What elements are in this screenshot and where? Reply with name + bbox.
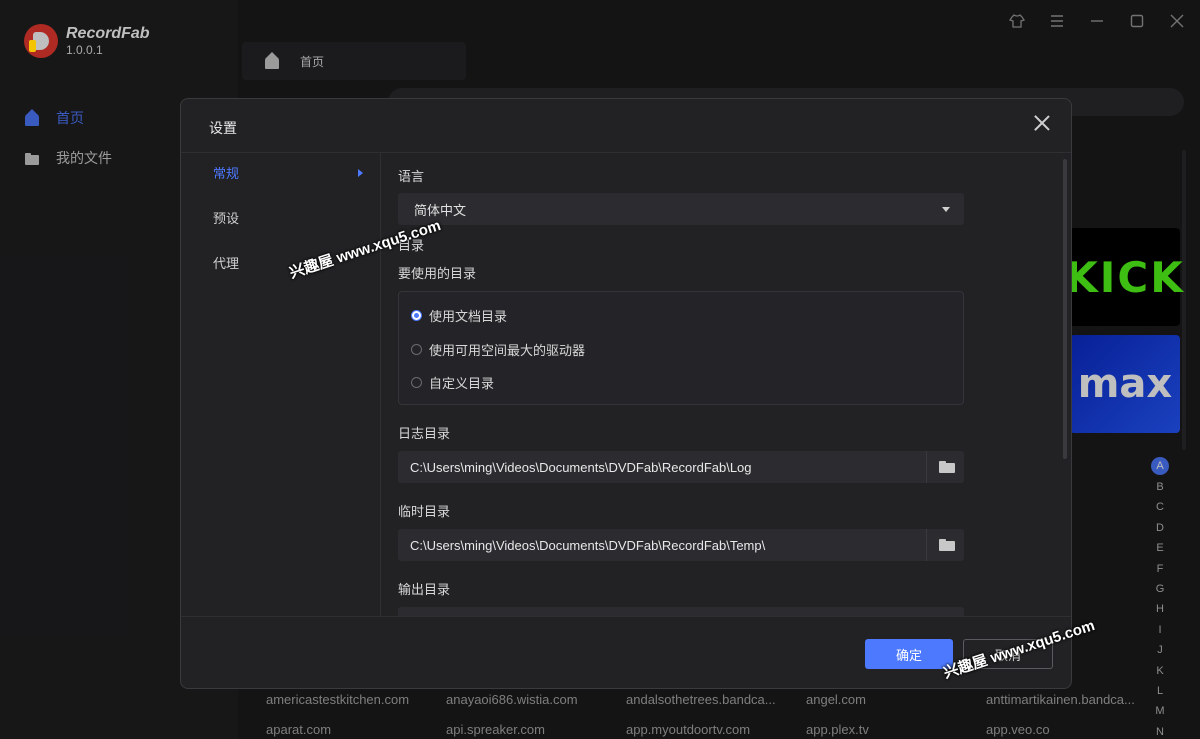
chevron-down-icon <box>942 207 950 212</box>
browse-log-button[interactable] <box>926 451 964 483</box>
settings-tab-label: 代理 <box>213 256 240 271</box>
language-select[interactable]: 简体中文 <box>398 193 964 225</box>
app-window: RecordFab 1.0.0.1 首页 我的文件 首页 KICK max A … <box>0 0 1200 739</box>
output-dir-field[interactable] <box>398 607 964 616</box>
settings-nav: 常规 预设 代理 <box>181 153 381 616</box>
temp-dir-field[interactable]: C:\Users\ming\Videos\Documents\DVDFab\Re… <box>398 529 964 561</box>
output-dir-label: 输出目录 <box>398 582 451 597</box>
dialog-footer: 确定 取消 <box>181 616 1071 688</box>
radio-custom-dir[interactable]: 自定义目录 <box>411 373 494 392</box>
radio-unselected-icon <box>411 344 422 355</box>
directory-use-label: 要使用的目录 <box>398 266 477 281</box>
settings-tab-presets[interactable]: 预设 <box>213 208 363 227</box>
folder-icon <box>939 539 955 551</box>
radio-label: 使用可用空间最大的驱动器 <box>429 343 586 358</box>
radio-selected-icon <box>411 310 422 321</box>
log-dir-label: 日志目录 <box>398 426 451 441</box>
settings-general-panel: 语言 简体中文 目录 要使用的目录 使用文档目录 使用可用空间最大的驱动器 自定 <box>381 153 1071 616</box>
dialog-header: 设置 <box>181 99 1071 153</box>
radio-unselected-icon <box>411 377 422 388</box>
radio-label: 自定义目录 <box>429 376 495 391</box>
language-value: 简体中文 <box>414 202 467 218</box>
caret-right-icon <box>358 168 363 177</box>
close-icon[interactable] <box>1031 113 1053 135</box>
log-dir-path: C:\Users\ming\Videos\Documents\DVDFab\Re… <box>410 459 752 475</box>
radio-documents-dir[interactable]: 使用文档目录 <box>411 306 507 325</box>
folder-icon <box>939 461 955 473</box>
temp-dir-label: 临时目录 <box>398 504 451 519</box>
radio-label: 使用文档目录 <box>429 309 508 324</box>
directory-options: 使用文档目录 使用可用空间最大的驱动器 自定义目录 <box>398 291 964 405</box>
temp-dir-path: C:\Users\ming\Videos\Documents\DVDFab\Re… <box>410 537 766 553</box>
language-label: 语言 <box>398 169 425 184</box>
dialog-title: 设置 <box>209 120 237 136</box>
settings-dialog: 设置 常规 预设 代理 语言 简体中文 目录 要使用的目录 使用文档目录 使用可… <box>180 98 1072 689</box>
settings-tab-label: 预设 <box>213 211 240 226</box>
settings-tab-label: 常规 <box>213 166 240 181</box>
log-dir-field[interactable]: C:\Users\ming\Videos\Documents\DVDFab\Re… <box>398 451 964 483</box>
settings-tab-general[interactable]: 常规 <box>213 163 363 182</box>
browse-temp-button[interactable] <box>926 529 964 561</box>
scrollbar[interactable] <box>1063 159 1067 459</box>
ok-button[interactable]: 确定 <box>865 639 953 669</box>
radio-largest-drive[interactable]: 使用可用空间最大的驱动器 <box>411 340 585 359</box>
